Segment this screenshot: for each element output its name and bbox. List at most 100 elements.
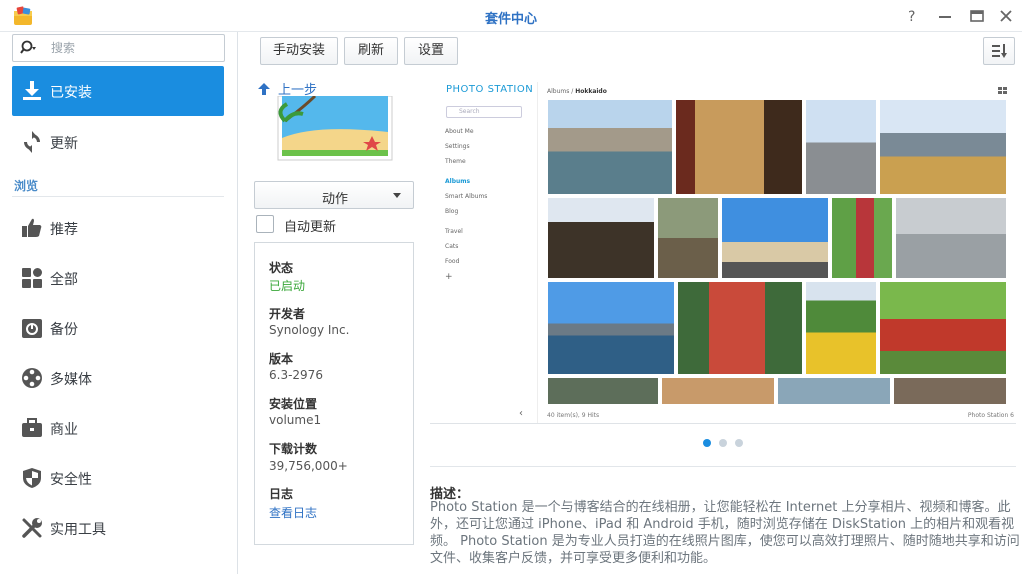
sidebar-item-multimedia[interactable]: 多媒体 [12,358,224,398]
sidebar-item-label: 安全性 [50,472,92,488]
preview-nav-item: Settings [445,143,470,150]
info-key-status: 状态 [269,261,294,275]
auto-update-checkbox[interactable] [256,215,274,233]
auto-update-label: 自动更新 [284,220,337,235]
photo-thumbnail[interactable] [806,100,876,194]
sidebar-item-label: 已安装 [50,85,92,101]
photo-thumbnail[interactable] [548,282,674,374]
photo-thumbnail[interactable] [548,378,658,404]
info-key-downloads: 下载计数 [269,442,318,456]
sidebar-item-security[interactable]: 安全性 [12,458,224,498]
photo-thumbnail[interactable] [662,378,774,404]
info-key-log: 日志 [269,487,294,501]
preview-nav-item: About Me [445,128,474,135]
chevron-down-icon [393,193,401,198]
sidebar: 已安装 更新 浏览 推荐 [0,32,238,574]
photo-thumbnail[interactable] [548,198,654,278]
sidebar-item-backup[interactable]: 备份 [12,308,224,348]
action-dropdown-label: 动作 [321,192,348,207]
preview-main: Albums / Hokkaido [544,82,1016,423]
package-icon [275,96,395,164]
photo-thumbnail[interactable] [658,198,718,278]
info-value-developer: Synology Inc. [269,323,350,337]
sidebar-item-label: 推荐 [50,222,78,238]
minimize-icon[interactable] [935,6,955,26]
sidebar-item-label: 实用工具 [50,522,106,538]
info-key-developer: 开发者 [269,307,306,321]
help-icon[interactable]: ? [902,6,922,26]
thumbs-up-icon [22,218,42,237]
photo-thumbnail[interactable] [678,282,802,374]
info-value-downloads: 39,756,000+ [269,459,348,473]
carousel-dot[interactable] [703,439,711,447]
info-value-location: volume1 [269,413,322,427]
sidebar-item-label: 备份 [50,322,78,338]
sidebar-item-recommended[interactable]: 推荐 [12,208,224,248]
sidebar-item-business[interactable]: 商业 [12,408,224,448]
view-log-link[interactable]: 查看日志 [269,504,317,521]
photo-thumbnail[interactable] [722,198,828,278]
preview-logo: PHOTO STATION [446,84,534,95]
maximize-icon[interactable] [967,6,987,26]
carousel-dot[interactable] [735,439,743,447]
photo-thumbnail[interactable] [676,100,802,194]
sidebar-item-label: 更新 [50,136,78,152]
photo-thumbnail[interactable] [880,282,1006,374]
preview-nav-item: Travel [445,228,463,235]
sidebar-item-label: 多媒体 [50,372,92,388]
photo-thumbnail[interactable] [880,100,1006,194]
photo-thumbnail[interactable] [548,100,672,194]
title-bar: 套件中心 ? [0,0,1022,32]
sidebar-item-all[interactable]: 全部 [12,258,224,298]
browse-section-title: 浏览 [14,179,39,193]
info-value-status: 已启动 [269,279,306,293]
preview-search: Search [446,106,522,118]
section-divider [430,466,1016,467]
search-icon[interactable] [20,40,38,56]
carousel-dots [700,439,750,449]
briefcase-icon [22,418,42,437]
sort-button[interactable] [983,37,1015,65]
tools-icon [22,518,42,538]
preview-nav-item: Cats [445,243,459,250]
preview-footer-count: 40 item(s), 9 Hits [547,412,600,419]
window-title: 套件中心 [484,12,537,27]
preview-nav-item: + [445,272,453,282]
refresh-icon [24,131,40,153]
action-dropdown[interactable]: 动作 [254,181,414,209]
sidebar-item-installed[interactable]: 已安装 [12,66,224,116]
refresh-button[interactable]: 刷新 [344,37,398,65]
svg-text:?: ? [908,9,915,25]
sidebar-item-update[interactable]: 更新 [12,122,224,162]
search-input[interactable] [51,40,211,56]
back-arrow-icon[interactable] [257,82,271,96]
photo-thumbnail[interactable] [832,198,892,278]
preview-nav-item: Blog [445,208,459,215]
grid-icon [22,268,42,288]
carousel-dot[interactable] [719,439,727,447]
screenshot-preview[interactable]: PHOTO STATION Search About Me Settings T… [430,82,1016,424]
film-reel-icon [22,368,42,388]
download-icon [23,81,41,100]
photo-thumbnail[interactable] [806,282,876,374]
preview-crumb-root: Albums [547,88,570,95]
section-divider [12,196,224,197]
preview-nav-item: Theme [445,158,466,165]
preview-sidebar: PHOTO STATION Search About Me Settings T… [430,82,538,423]
preview-breadcrumb: Albums / Hokkaido [547,88,607,95]
preview-nav-item: Food [445,258,460,265]
shield-icon [23,468,41,488]
manual-install-button[interactable]: 手动安装 [260,37,338,65]
sort-icon [992,44,1007,58]
photo-thumbnail[interactable] [896,198,1006,278]
settings-button[interactable]: 设置 [404,37,458,65]
preview-prev-icon[interactable]: ‹ [519,408,523,419]
search-box[interactable] [12,34,225,62]
sidebar-item-label: 商业 [50,422,78,438]
info-key-version: 版本 [269,352,294,366]
photo-thumbnail[interactable] [894,378,1006,404]
info-key-location: 安装位置 [269,397,318,411]
sidebar-item-utilities[interactable]: 实用工具 [12,508,224,548]
close-icon[interactable] [996,6,1016,26]
photo-thumbnail[interactable] [778,378,890,404]
